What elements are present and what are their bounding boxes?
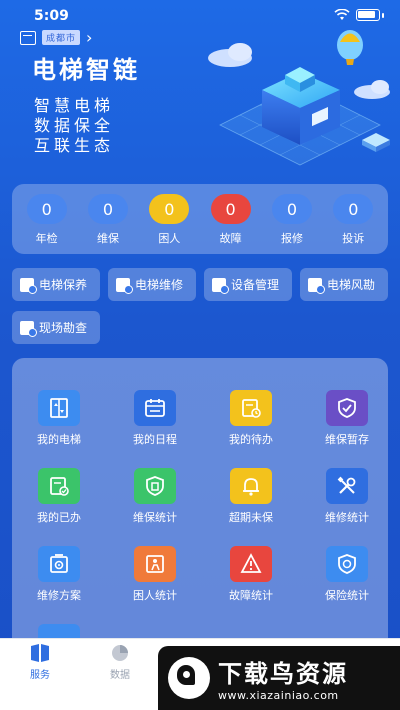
grid-my-todo[interactable]: 我的待办 <box>206 390 296 447</box>
grid-label: 超期未保 <box>229 511 273 524</box>
watermark-url: www.xiazainiao.com <box>218 689 339 702</box>
chip-elevator-survey[interactable]: 电梯风勘 <box>300 268 388 301</box>
chevron-right-icon: › <box>86 27 93 47</box>
stat-annual-inspection[interactable]: 0 年检 <box>19 194 75 254</box>
stat-fault[interactable]: 0 故障 <box>203 194 259 254</box>
stat-complaint[interactable]: 0 投诉 <box>325 194 381 254</box>
grid-fault-stats[interactable]: 故障统计 <box>206 546 296 603</box>
stat-count: 0 <box>333 194 374 224</box>
stat-count: 0 <box>210 194 251 224</box>
service-icon <box>31 644 49 662</box>
grid-label: 我的电梯 <box>37 433 81 446</box>
gear-doc-icon <box>38 546 80 582</box>
stat-count: 0 <box>87 194 128 224</box>
grid-maintenance-draft[interactable]: 维保暂存 <box>302 390 392 447</box>
chip-elevator-repair[interactable]: 电梯维修 <box>108 268 196 301</box>
stat-repair-request[interactable]: 0 报修 <box>264 194 320 254</box>
grid-label: 维修方案 <box>37 589 81 602</box>
slogan-line: 智慧电梯 <box>34 96 115 115</box>
watermark: 下载鸟资源 www.xiazainiao.com <box>158 646 400 710</box>
stat-label: 投诉 <box>342 232 365 245</box>
bell-icon <box>230 468 272 504</box>
chip-label: 设备管理 <box>231 278 280 292</box>
stat-label: 故障 <box>219 232 242 245</box>
chip-elevator-upkeep[interactable]: 电梯保养 <box>12 268 100 301</box>
grid-label: 维修统计 <box>325 511 369 524</box>
app-title: 电梯智链 <box>32 56 140 84</box>
tab-label: 服务 <box>30 670 50 681</box>
tools-icon <box>326 468 368 504</box>
grid-insurance-stats[interactable]: 保险统计 <box>302 546 392 603</box>
calendar-icon <box>134 390 176 426</box>
shield-stat-icon <box>134 468 176 504</box>
stat-label: 年检 <box>35 232 58 245</box>
grid-label: 我的待办 <box>229 433 273 446</box>
slogan-line: 互联生态 <box>34 136 115 155</box>
insurance-shield-icon <box>326 546 368 582</box>
watermark-text: 下载鸟资源 www.xiazainiao.com <box>218 654 348 702</box>
slogans: 智慧电梯 数据保全 互联生态 <box>34 96 114 156</box>
slogan-line: 数据保全 <box>34 116 115 135</box>
battery-cap <box>382 12 384 18</box>
grid-label: 维保统计 <box>133 511 177 524</box>
tab-service[interactable]: 服务 <box>10 643 70 681</box>
eye-doc-icon <box>20 320 37 337</box>
stat-label: 报修 <box>280 232 303 245</box>
grid-my-elevators[interactable]: 我的电梯 <box>14 390 104 447</box>
tab-label: 数据 <box>110 670 130 681</box>
calendar-icon <box>20 30 36 45</box>
watermark-title: 下载鸟资源 <box>218 660 348 688</box>
stat-trapped[interactable]: 0 困人 <box>141 194 197 254</box>
stats-card: 0 年检 0 维保 0 困人 0 故障 0 报修 0 投诉 <box>12 184 388 254</box>
grid-label: 维保暂存 <box>325 433 369 446</box>
wrench-doc-icon <box>116 277 133 294</box>
header-illustration <box>208 30 390 166</box>
stat-count: 0 <box>149 194 190 224</box>
chip-label: 现场勘查 <box>39 321 88 335</box>
location-selector[interactable]: 成都市 › <box>20 27 93 47</box>
tab-data[interactable]: 数据 <box>90 643 150 681</box>
status-time: 5:09 <box>34 8 69 24</box>
pie-chart-icon <box>112 645 128 661</box>
search-doc-icon <box>308 277 325 294</box>
done-icon <box>38 468 80 504</box>
todo-icon <box>230 390 272 426</box>
grid-my-schedule[interactable]: 我的日程 <box>110 390 200 447</box>
feature-grid: 我的电梯 我的日程 我的待办 维保暂存 我的已办 维保统计 超期未保 维修统计 … <box>12 358 388 660</box>
grid-repair-plans[interactable]: 维修方案 <box>14 546 104 603</box>
stat-label: 维保 <box>96 232 119 245</box>
chip-label: 电梯风勘 <box>327 278 376 292</box>
stat-label: 困人 <box>158 232 181 245</box>
chip-device-management[interactable]: 设备管理 <box>204 268 292 301</box>
stat-maintenance[interactable]: 0 维保 <box>80 194 136 254</box>
stat-count: 0 <box>271 194 312 224</box>
grid-overdue[interactable]: 超期未保 <box>206 468 296 525</box>
stat-count: 0 <box>26 194 67 224</box>
grid-label: 故障统计 <box>229 589 273 602</box>
grid-my-done[interactable]: 我的已办 <box>14 468 104 525</box>
grid-maintenance-stats[interactable]: 维保统计 <box>110 468 200 525</box>
app-screen: 5:09 成都市 › 电梯智链 智慧电梯 数据保全 互联生态 0 年检 0 维保… <box>0 0 400 710</box>
grid-label: 保险统计 <box>325 589 369 602</box>
grid-repair-stats[interactable]: 维修统计 <box>302 468 392 525</box>
grid-label: 我的已办 <box>37 511 81 524</box>
trapped-person-icon <box>134 546 176 582</box>
device-icon <box>212 277 229 294</box>
location-badge: 成都市 <box>42 30 81 45</box>
chip-site-inspection[interactable]: 现场勘查 <box>12 311 100 344</box>
elevator-icon <box>38 390 80 426</box>
chip-label: 电梯维修 <box>135 278 184 292</box>
watermark-logo-icon <box>168 657 210 699</box>
grid-trapped-stats[interactable]: 困人统计 <box>110 546 200 603</box>
chip-label: 电梯保养 <box>39 278 88 292</box>
grid-label: 困人统计 <box>133 589 177 602</box>
document-icon <box>20 277 37 294</box>
warning-icon <box>230 546 272 582</box>
shield-check-icon <box>326 390 368 426</box>
grid-label: 我的日程 <box>133 433 177 446</box>
